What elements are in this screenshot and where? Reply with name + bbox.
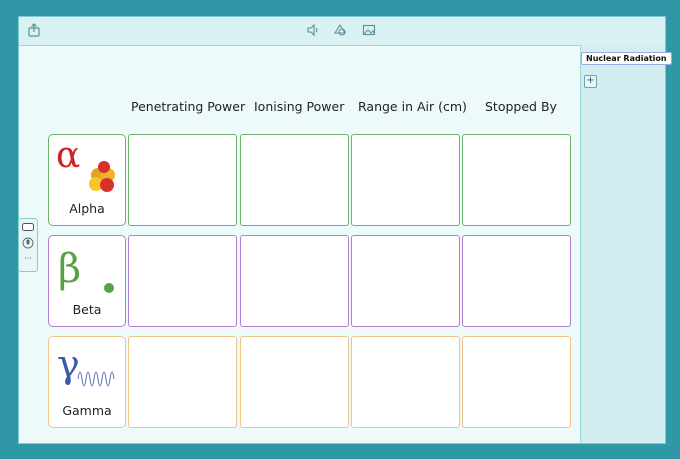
gamma-wave-icon: γ — [57, 342, 115, 387]
header-ionising-power: Ionising Power — [254, 99, 345, 114]
beta-stopped-cell[interactable] — [462, 235, 571, 327]
gamma-penetrating-cell[interactable] — [128, 336, 237, 428]
alpha-particle-icon: α — [56, 137, 115, 192]
gamma-stopped-cell[interactable] — [462, 336, 571, 428]
audio-icon[interactable] — [306, 23, 320, 37]
gamma-symbol: γ — [57, 342, 80, 386]
beta-ionising-cell[interactable] — [240, 235, 349, 327]
beta-label: Beta — [72, 302, 102, 317]
beta-range-cell[interactable] — [351, 235, 460, 327]
gamma-label-cell[interactable]: γ Gamma — [48, 336, 126, 428]
header-penetrating-power: Penetrating Power — [131, 99, 246, 114]
alpha-label-cell[interactable]: α Alpha — [48, 134, 126, 226]
beta-label-cell[interactable]: β Beta — [48, 235, 126, 327]
alpha-ionising-cell[interactable] — [240, 134, 349, 226]
alpha-penetrating-cell[interactable] — [128, 134, 237, 226]
right-panel: Nuclear Radiation + — [581, 45, 672, 442]
beta-penetrating-cell[interactable] — [128, 235, 237, 327]
shape-icon[interactable] — [333, 23, 347, 37]
image-icon[interactable] — [362, 23, 376, 37]
add-button[interactable]: + — [584, 75, 597, 88]
toggle-icon[interactable] — [22, 223, 34, 231]
header-range-in-air: Range in Air (cm) — [358, 99, 467, 114]
toolbar — [19, 17, 665, 45]
app-window: Penetrating Power Ionising Power Range i… — [18, 16, 672, 444]
alpha-label: Alpha — [69, 201, 105, 216]
gamma-ionising-cell[interactable] — [240, 336, 349, 428]
microphone-icon[interactable] — [22, 237, 34, 249]
more-options-icon[interactable]: ··· — [19, 254, 37, 263]
share-icon[interactable] — [27, 23, 41, 37]
side-toolbar: ··· — [18, 218, 38, 272]
alpha-range-cell[interactable] — [351, 134, 460, 226]
slide-canvas[interactable]: Penetrating Power Ionising Power Range i… — [19, 45, 581, 443]
alpha-stopped-cell[interactable] — [462, 134, 571, 226]
gamma-label: Gamma — [62, 403, 112, 418]
beta-symbol: β — [58, 246, 81, 292]
gamma-range-cell[interactable] — [351, 336, 460, 428]
header-stopped-by: Stopped By — [485, 99, 557, 114]
alpha-symbol: α — [56, 137, 80, 176]
topic-tag[interactable]: Nuclear Radiation — [581, 52, 672, 65]
beta-particle-icon: β — [58, 246, 114, 293]
